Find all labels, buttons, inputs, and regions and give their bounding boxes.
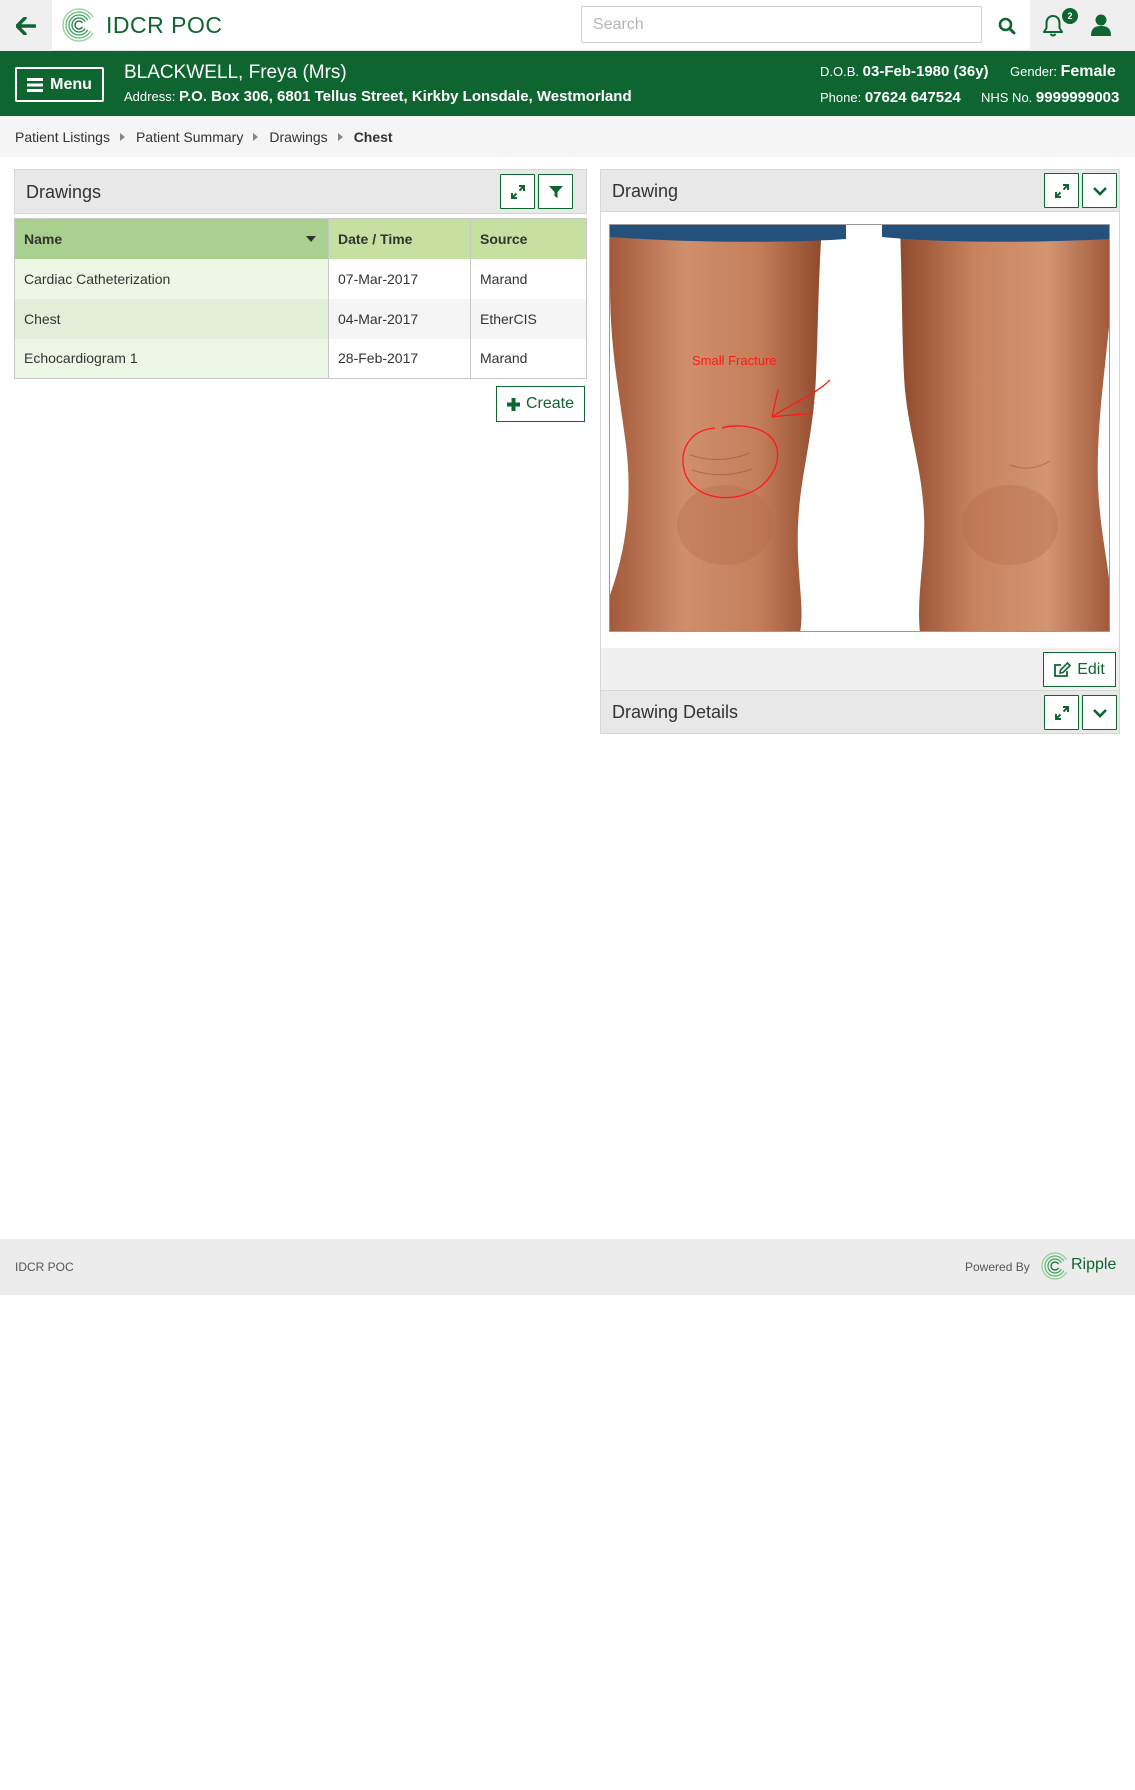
drawing-annotation-text: Small Fracture [692, 353, 777, 368]
expand-button[interactable] [500, 174, 535, 209]
row-date: 07-Mar-2017 [328, 258, 471, 299]
search-button[interactable] [989, 8, 1024, 43]
row-date: 28-Feb-2017 [328, 338, 471, 379]
hamburger-icon [27, 77, 44, 92]
drawing-actions [600, 648, 1120, 691]
chevron-down-icon [1092, 186, 1107, 196]
drawings-panel-title: Drawings [26, 182, 102, 202]
footer-powered-by: Powered By [965, 1260, 1030, 1274]
row-date: 04-Mar-2017 [328, 298, 471, 339]
dob-value: 03-Feb-1980 (36y) [862, 63, 989, 80]
phone-value: 07624 647524 [864, 89, 961, 106]
arrow-left-icon [16, 16, 36, 35]
knee-drawing-image: Small Fracture [610, 225, 1109, 631]
filter-icon [548, 185, 563, 198]
edit-label: Edit [1077, 660, 1105, 678]
edit-icon [1054, 661, 1072, 677]
gender-label: Gender: [1010, 64, 1057, 79]
notification-badge: 2 [1062, 8, 1078, 24]
expand-icon [1054, 705, 1069, 720]
row-name: Cardiac Catheterization [14, 258, 329, 299]
breadcrumb-patient-listings[interactable]: Patient Listings [15, 129, 110, 145]
create-label: Create [525, 395, 575, 412]
nhs-value: 9999999003 [1035, 89, 1120, 106]
breadcrumb-caret-icon [337, 132, 343, 141]
app-title: IDCR POC [106, 12, 223, 38]
address-label: Address: [124, 89, 176, 104]
row-source: Marand [470, 258, 587, 299]
patient-gender: Gender: Female [1010, 63, 1116, 81]
footer-app-name: IDCR POC [15, 1260, 74, 1274]
breadcrumb: Patient Listings Patient Summary Drawing… [0, 116, 1135, 157]
row-source: EtherCIS [470, 298, 587, 339]
expand-icon [1054, 183, 1069, 198]
breadcrumb-caret-icon [119, 132, 125, 141]
back-button[interactable] [0, 0, 52, 51]
footer: IDCR POC Powered By Ripple [0, 1239, 1135, 1295]
patient-banner: Menu BLACKWELL, Freya (Mrs) Address: P.O… [0, 51, 1135, 116]
edit-button[interactable]: Edit [1043, 652, 1116, 687]
collapse-button[interactable] [1082, 695, 1117, 730]
breadcrumb-caret-icon [253, 132, 259, 141]
search-icon [998, 17, 1015, 34]
search-input[interactable] [581, 6, 982, 43]
breadcrumb-patient-summary[interactable]: Patient Summary [136, 129, 243, 145]
expand-icon [510, 184, 525, 199]
drawings-panel-header: Drawings [14, 169, 587, 214]
drawing-details-header: Drawing Details [600, 690, 1120, 734]
table-row[interactable]: Cardiac Catheterization 07-Mar-2017 Mara… [14, 258, 587, 299]
footer-brand[interactable]: Ripple [1071, 1256, 1116, 1274]
patient-address: Address: P.O. Box 306, 6801 Tellus Stree… [124, 88, 632, 105]
patient-name: BLACKWELL, Freya (Mrs) [124, 62, 347, 83]
dob-label: D.O.B. [820, 64, 860, 79]
plus-icon [506, 397, 520, 411]
drawing-image[interactable]: Small Fracture [609, 224, 1110, 632]
patient-dob: D.O.B. 03-Feb-1980 (36y) [820, 63, 989, 80]
nhs-label: NHS No. [981, 90, 1033, 105]
expand-button[interactable] [1044, 173, 1079, 208]
chevron-down-icon [1092, 708, 1107, 718]
ripple-logo-icon[interactable] [1040, 1250, 1070, 1282]
row-name: Chest [14, 298, 329, 339]
column-name-header[interactable]: Name [14, 218, 329, 259]
app-logo-icon [62, 8, 97, 42]
drawing-panel-title: Drawing [612, 181, 679, 201]
patient-phone: Phone: 07624 647524 [820, 89, 961, 106]
table-row[interactable]: Chest 04-Mar-2017 EtherCIS [14, 298, 587, 339]
address-value: P.O. Box 306, 6801 Tellus Street, Kirkby… [178, 88, 632, 105]
filter-button[interactable] [538, 174, 573, 209]
column-date-header[interactable]: Date / Time [328, 218, 471, 259]
breadcrumb-current: Chest [353, 128, 393, 145]
user-icon[interactable] [1090, 13, 1112, 37]
column-header-label: Name [24, 230, 63, 247]
expand-button[interactable] [1044, 695, 1079, 730]
row-name: Echocardiogram 1 [14, 338, 329, 379]
table-header-row: Name Date / Time Source [14, 218, 587, 259]
breadcrumb-drawings[interactable]: Drawings [269, 129, 327, 145]
patient-nhs: NHS No. 9999999003 [981, 89, 1119, 106]
sort-caret-icon [306, 236, 316, 242]
table-row[interactable]: Echocardiogram 1 28-Feb-2017 Marand [14, 338, 587, 379]
drawings-table: Name Date / Time Source Cardiac Catheter… [14, 218, 587, 379]
drawing-details-title: Drawing Details [612, 702, 739, 722]
collapse-button[interactable] [1082, 173, 1117, 208]
column-source-header[interactable]: Source [470, 218, 587, 259]
row-source: Marand [470, 338, 587, 379]
menu-label: Menu [50, 75, 92, 93]
menu-button[interactable]: Menu [15, 67, 104, 102]
phone-label: Phone: [820, 90, 862, 105]
top-bar: IDCR POC 2 [0, 0, 1135, 51]
create-button[interactable]: Create [496, 386, 585, 422]
drawing-panel-header: Drawing [600, 169, 1120, 212]
gender-value: Female [1060, 63, 1116, 80]
